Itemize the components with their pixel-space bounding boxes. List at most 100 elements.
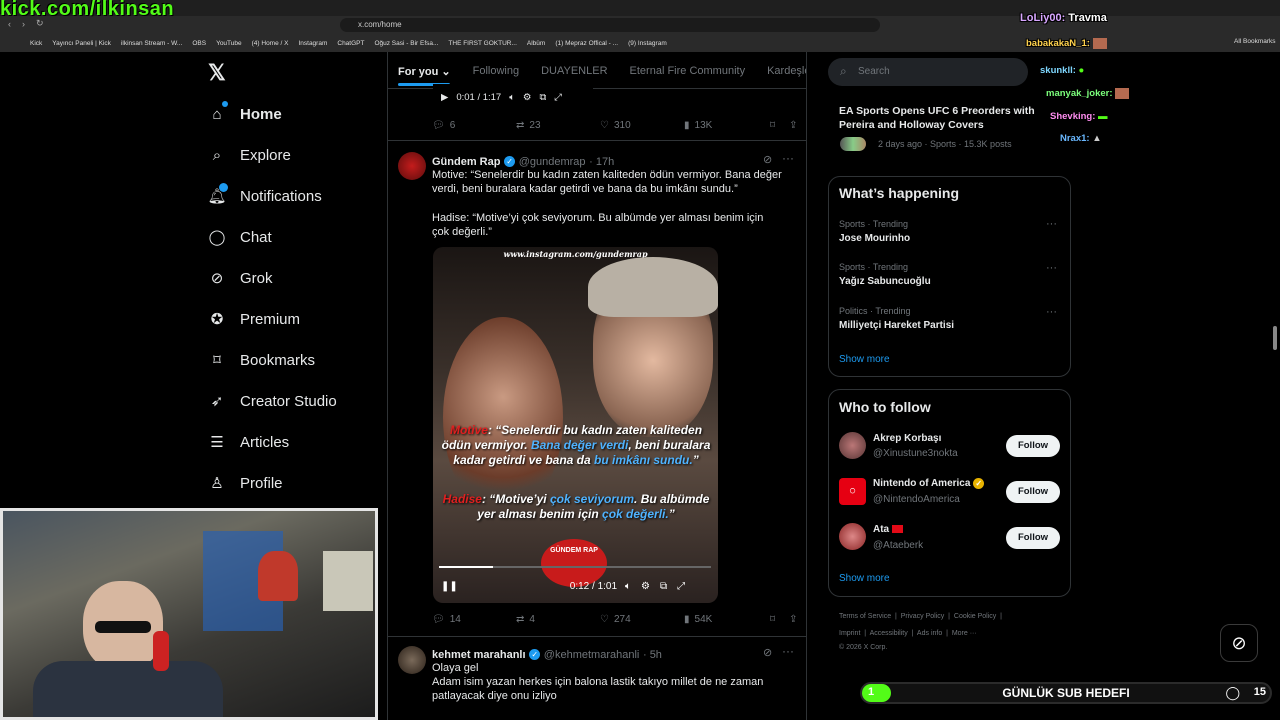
views-button[interactable]: ▮ 13K <box>684 120 768 131</box>
settings-icon[interactable]: ⚙ <box>523 92 532 103</box>
show-more-link[interactable]: Show more <box>839 354 890 365</box>
nav-creator-studio[interactable]: ➶ Creator Studio <box>208 390 337 412</box>
bookmark-item[interactable]: (1) Mepraz Offical - ... <box>555 40 618 47</box>
gundem-rap-badge: GÜNDEM RAP <box>541 539 607 587</box>
bookmark-icon[interactable]: ⌑ <box>770 614 775 625</box>
badge-text: GÜNDEM RAP <box>550 547 598 554</box>
follow-button[interactable]: Follow <box>1006 435 1060 457</box>
share-icon[interactable]: ⇪ <box>789 120 797 131</box>
bookmark-item[interactable]: Oğuz Sasi - Bir Efsa... <box>374 40 438 47</box>
timestamp[interactable]: · 5h <box>643 649 662 661</box>
footer-links[interactable]: Imprint | Accessibility | Ads info | Mor… <box>839 630 977 637</box>
nav-home[interactable]: ⌂ Home <box>208 103 281 125</box>
bookmark-item[interactable]: THE FIRST GOKTUR... <box>448 40 517 47</box>
bookmark-item[interactable]: OBS <box>192 40 206 47</box>
repost-button[interactable]: ⇄ 23 <box>516 120 600 131</box>
nav-grok[interactable]: ⊘ Grok <box>208 267 273 289</box>
follow-button[interactable]: Follow <box>1006 527 1060 549</box>
author-name[interactable]: kehmet marahanlı <box>432 649 526 661</box>
reply-icon: 💬︎ <box>432 120 445 131</box>
more-icon[interactable]: ··· <box>782 644 794 658</box>
footer-links[interactable]: Terms of Service | Privacy Policy | Cook… <box>839 613 1002 620</box>
grok-icon[interactable]: ⊘ <box>763 153 772 166</box>
bookmark-item[interactable]: Kick <box>30 40 42 47</box>
settings-icon[interactable]: ⚙ <box>641 581 650 592</box>
like-button[interactable]: ♡ 310 <box>600 120 684 131</box>
verified-gold-icon: ✓ <box>973 478 985 489</box>
reply-button[interactable]: 💬︎ 14 <box>432 614 516 625</box>
nav-articles[interactable]: ☰ Articles <box>208 431 289 453</box>
nav-premium[interactable]: ✪ Premium <box>208 308 300 330</box>
repost-button[interactable]: ⇄ 4 <box>516 614 600 625</box>
more-icon[interactable]: ··· <box>1046 306 1057 318</box>
bookmark-item[interactable]: ilkinsan Stream - W... <box>121 40 182 47</box>
more-icon[interactable]: ··· <box>782 151 794 165</box>
author-handle[interactable]: @gundemrap <box>519 156 586 168</box>
more-icon[interactable]: ··· <box>1046 262 1057 274</box>
bookmark-item[interactable]: Albüm <box>527 40 545 47</box>
reply-button[interactable]: 💬︎ 6 <box>432 120 516 131</box>
nav-explore[interactable]: ⌕ Explore <box>208 144 291 166</box>
all-bookmarks[interactable]: All Bookmarks <box>1234 38 1276 45</box>
tab-for-you[interactable]: For you ⌄ <box>398 65 451 86</box>
share-icon[interactable]: ⇪ <box>789 614 797 625</box>
account-name[interactable]: Ata <box>873 524 889 535</box>
bookmark-item[interactable]: YouTube <box>216 40 242 47</box>
video-controls: ❚❚ 0:12 / 1:01 🔈︎ ⚙ ⧉ ⤢ <box>441 581 711 592</box>
like-button[interactable]: ♡ 274 <box>600 614 684 625</box>
grok-icon[interactable]: ⊘ <box>763 646 772 659</box>
bookmark-icon[interactable]: ⌑ <box>770 120 775 131</box>
avatar[interactable] <box>839 523 866 550</box>
bookmark-item[interactable]: ChatGPT <box>337 40 364 47</box>
show-more-link[interactable]: Show more <box>839 573 890 584</box>
author-handle[interactable]: @kehmetmarahanli <box>544 649 640 661</box>
bookmark-item[interactable]: Instagram <box>298 40 327 47</box>
tweet-text: Hadise: “Motive’yi çok seviyorum. Bu alb… <box>432 212 764 238</box>
avatar[interactable] <box>839 432 866 459</box>
account-name[interactable]: Akrep Korbaşı <box>873 433 941 444</box>
author-name[interactable]: Gündem Rap <box>432 156 500 168</box>
grok-float-button[interactable]: ⊘ <box>1220 624 1258 662</box>
home-icon: ⌂ <box>212 105 222 123</box>
trend-item[interactable]: Milliyetçi Hareket Partisi <box>839 320 954 331</box>
fullscreen-icon[interactable]: ⤢ <box>677 581 685 592</box>
reply-count: 6 <box>449 120 456 131</box>
pip-icon[interactable]: ⧉ <box>539 92 546 103</box>
nintendo-logo-icon[interactable]: ◯ <box>839 478 866 505</box>
tweet-actions: 💬︎ 6 ⇄ 23 ♡ 310 ▮ 13K ⌑ ⇪ <box>432 120 802 131</box>
account-name[interactable]: Nintendo of America <box>873 478 970 489</box>
volume-icon[interactable]: 🔈︎ <box>509 92 515 103</box>
pip-icon[interactable]: ⧉ <box>660 581 667 592</box>
bookmark-item[interactable]: (4) Home / X <box>252 40 289 47</box>
avatar[interactable] <box>398 152 426 180</box>
play-icon[interactable]: ▶ <box>441 92 448 103</box>
x-logo-icon[interactable]: 𝕏 <box>208 60 226 86</box>
nav-profile[interactable]: ♙ Profile <box>208 472 282 494</box>
pause-icon[interactable]: ❚❚ <box>441 581 458 592</box>
rocket-icon: ➶ <box>210 393 224 410</box>
news-headline[interactable]: EA Sports Opens UFC 6 Preorders with Per… <box>839 104 1039 132</box>
nav-chat[interactable]: ◯ Chat <box>208 226 272 248</box>
tab-kardesle[interactable]: Kardeşle <box>767 65 806 77</box>
tab-duayenler[interactable]: DUAYENLER <box>541 65 607 77</box>
more-icon[interactable]: ··· <box>1046 218 1057 230</box>
nav-bookmarks[interactable]: ⌑ Bookmarks <box>208 349 315 371</box>
volume-icon[interactable]: 🔈︎ <box>625 581 631 592</box>
tweet-video[interactable]: www.instagram.com/gundemrap Motive: “Sen… <box>433 247 718 603</box>
scrollbar-thumb[interactable] <box>1273 326 1277 350</box>
follow-button[interactable]: Follow <box>1006 481 1060 503</box>
trend-item[interactable]: Yağız Sabuncuoğlu <box>839 276 931 287</box>
avatar[interactable] <box>398 646 426 674</box>
fullscreen-icon[interactable]: ⤢ <box>554 92 562 103</box>
bookmark-item[interactable]: (9) Instagram <box>628 40 667 47</box>
views-button[interactable]: ▮ 54K <box>684 614 768 625</box>
tab-eternal-fire[interactable]: Eternal Fire Community <box>630 65 746 77</box>
premium-icon: ✪ <box>210 311 224 328</box>
tab-following[interactable]: Following <box>473 65 519 77</box>
address-bar[interactable]: x.com/home <box>340 18 880 32</box>
timestamp[interactable]: · 17h <box>589 156 614 168</box>
trend-item[interactable]: Jose Mourinho <box>839 233 910 244</box>
bookmark-item[interactable]: Yayıncı Paneli | Kick <box>52 40 111 47</box>
search-input[interactable]: Search <box>828 58 1028 86</box>
chat-user: Nrax1: <box>1060 133 1090 144</box>
